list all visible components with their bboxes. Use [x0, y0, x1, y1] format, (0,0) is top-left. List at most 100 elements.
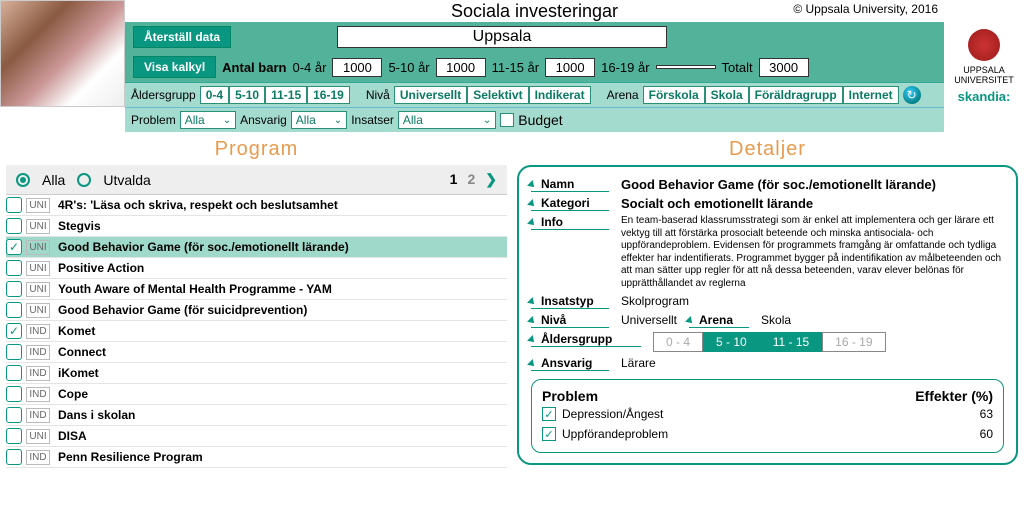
interventions-select[interactable]: Alla⌄ — [398, 111, 496, 129]
program-row[interactable]: UNIYouth Aware of Mental Health Programm… — [6, 279, 507, 300]
program-row[interactable]: IND Connect — [6, 342, 507, 363]
program-name: Dans i skolan — [54, 406, 507, 424]
program-row[interactable]: INDCope — [6, 384, 507, 405]
age-0-4-input[interactable]: 1000 — [332, 58, 382, 77]
uu-logo-icon — [968, 29, 1000, 61]
arena-toggle[interactable]: Föräldragrupp — [749, 86, 843, 104]
program-row[interactable]: UNI4R's: 'Läsa och skriva, respekt och b… — [6, 195, 507, 216]
arena-toggle[interactable]: Förskola — [643, 86, 705, 104]
details-section-title: Detaljer — [517, 138, 1018, 161]
program-name: Good Behavior Game (för suicidprevention… — [54, 301, 507, 319]
program-level-badge: IND — [26, 345, 50, 360]
total-value: 3000 — [759, 58, 809, 77]
page-2[interactable]: 2 — [467, 171, 475, 188]
problem-header: Problem — [542, 388, 598, 404]
problem-select[interactable]: Alla⌄ — [180, 111, 236, 129]
level-toggle[interactable]: Indikerat — [529, 86, 591, 104]
program-checkbox[interactable] — [6, 218, 22, 234]
budget-checkbox[interactable] — [500, 113, 514, 127]
program-level-badge: UNI — [26, 261, 50, 276]
show-calc-button[interactable]: Visa kalkyl — [133, 56, 216, 78]
age-5-10-label: 5-10 år — [388, 60, 429, 75]
program-name: Good Behavior Game (för soc./emotionellt… — [54, 238, 507, 256]
responsible-select[interactable]: Alla⌄ — [291, 111, 347, 129]
program-level-badge: UNI — [26, 282, 50, 297]
program-row[interactable]: IND iKomet — [6, 363, 507, 384]
problem-checkbox[interactable] — [542, 407, 556, 421]
age-0-4-label: 0-4 år — [292, 60, 326, 75]
age-16-19-label: 16-19 år — [601, 60, 649, 75]
copyright: © Uppsala University, 2016 — [793, 2, 938, 16]
detail-info-label: Info — [531, 215, 609, 230]
program-checkbox[interactable] — [6, 239, 22, 255]
refresh-icon[interactable]: ↻ — [903, 86, 921, 104]
filter-all-radio[interactable] — [16, 173, 30, 187]
program-checkbox[interactable] — [6, 344, 22, 360]
level-filter-label: Nivå — [366, 88, 390, 102]
arena-toggle[interactable]: Internet — [843, 86, 899, 104]
arena-filter-label: Arena — [607, 88, 639, 102]
agegroup-toggle[interactable]: 5-10 — [229, 86, 265, 104]
program-row[interactable]: UNI DISA — [6, 426, 507, 447]
detail-responsible-label: Ansvarig — [531, 356, 609, 371]
program-row[interactable]: UNI Good Behavior Game (för soc./emotione… — [6, 237, 507, 258]
agegroup-toggle[interactable]: 16-19 — [307, 86, 350, 104]
detail-info: En team-baserad klassrumsstrategi som är… — [621, 215, 1004, 290]
program-name: iKomet — [54, 364, 507, 382]
program-checkbox[interactable] — [6, 197, 22, 213]
program-checkbox[interactable] — [6, 365, 22, 381]
age-11-15-label: 11-15 år — [492, 60, 539, 75]
age-5-10-input[interactable]: 1000 — [436, 58, 486, 77]
detail-name: Good Behavior Game (för soc./emotionellt… — [621, 177, 1004, 192]
program-name: Positive Action — [54, 259, 507, 277]
program-level-badge: IND — [26, 408, 50, 423]
age-badge: 11 - 15 — [760, 332, 822, 352]
detail-arena-label: Arena — [689, 313, 749, 328]
program-row[interactable]: INDKomet — [6, 321, 507, 342]
program-checkbox[interactable] — [6, 428, 22, 444]
detail-arena: Skola — [761, 313, 791, 327]
effects-header: Effekter (%) — [915, 388, 993, 404]
program-checkbox[interactable] — [6, 323, 22, 339]
level-toggle[interactable]: Selektivt — [467, 86, 528, 104]
program-level-badge: IND — [26, 366, 50, 381]
program-checkbox[interactable] — [6, 281, 22, 297]
detail-level-label: Nivå — [531, 313, 609, 328]
reset-button[interactable]: Återställ data — [133, 26, 231, 48]
program-checkbox[interactable] — [6, 449, 22, 465]
agegroup-toggle[interactable]: 11-15 — [265, 86, 307, 104]
program-name: Stegvis — [54, 217, 507, 235]
agegroup-toggle[interactable]: 0-4 — [200, 86, 229, 104]
program-level-badge: IND — [26, 324, 50, 339]
age-badge: 0 - 4 — [653, 332, 703, 352]
age-11-15-input[interactable]: 1000 — [545, 58, 595, 77]
agegroup-filter-label: Åldersgrupp — [131, 88, 196, 102]
program-name: DISA — [54, 427, 507, 445]
detail-type-label: Insatstyp — [531, 294, 609, 309]
program-row[interactable]: UNI Positive Action — [6, 258, 507, 279]
page-next-icon[interactable]: ❯ — [485, 171, 497, 188]
program-row[interactable]: IND Dans i skolan — [6, 405, 507, 426]
problem-checkbox[interactable] — [542, 427, 556, 441]
age-16-19-input[interactable] — [656, 65, 716, 69]
filter-selected-radio[interactable] — [77, 173, 91, 187]
municipality-input[interactable]: Uppsala — [337, 26, 667, 48]
age-badge: 16 - 19 — [822, 332, 885, 352]
program-checkbox[interactable] — [6, 260, 22, 276]
total-label: Totalt — [722, 60, 753, 75]
program-checkbox[interactable] — [6, 386, 22, 402]
program-checkbox[interactable] — [6, 407, 22, 423]
program-level-badge: UNI — [26, 429, 50, 444]
arena-toggle[interactable]: Skola — [705, 86, 749, 104]
program-row[interactable]: UNI Good Behavior Game (för suicidprevent… — [6, 300, 507, 321]
problem-name: Uppförandeproblem — [562, 427, 668, 441]
program-level-badge: UNI — [26, 303, 50, 318]
count-label: Antal barn — [222, 60, 286, 75]
page-1[interactable]: 1 — [450, 171, 458, 188]
program-name: Connect — [54, 343, 507, 361]
program-level-badge: UNI — [26, 240, 50, 255]
program-checkbox[interactable] — [6, 302, 22, 318]
program-row[interactable]: INDPenn Resilience Program — [6, 447, 507, 468]
level-toggle[interactable]: Universellt — [394, 86, 467, 104]
program-row[interactable]: UNIStegvis — [6, 216, 507, 237]
